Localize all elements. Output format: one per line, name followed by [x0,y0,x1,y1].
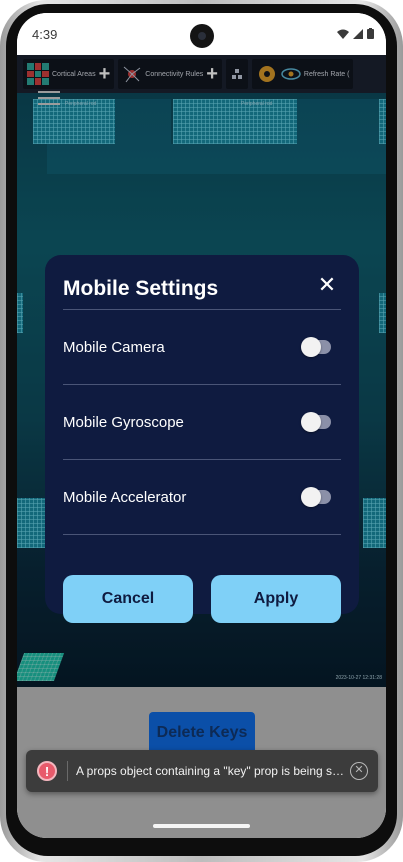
dialog-title: Mobile Settings [63,277,219,300]
cell-signal-icon [353,28,363,39]
accelerator-toggle[interactable] [301,487,331,507]
status-time: 4:39 [32,27,58,42]
status-icons [337,28,374,39]
gyroscope-toggle[interactable] [301,412,331,432]
toast-divider [67,761,68,781]
toast-message: A props object containing a "key" prop i… [76,764,346,778]
wifi-icon [337,29,349,39]
mobile-settings-dialog: Mobile Settings ✕ Mobile Camera Mobile G… [45,255,359,623]
screen: 4:39 Peripheral rod Peripheral rod 2023-… [17,13,386,838]
battery-icon [367,28,374,39]
setting-row-accelerator: Mobile Accelerator [63,460,341,535]
home-indicator[interactable] [153,824,250,828]
status-bar: 4:39 [17,13,386,55]
camera-toggle[interactable] [301,337,331,357]
toggle-knob [301,337,321,357]
apply-button[interactable]: Apply [211,575,341,623]
front-camera [190,24,214,48]
error-icon: ! [37,761,57,781]
setting-label-camera: Mobile Camera [63,338,165,356]
toast-close-icon[interactable]: ✕ [350,762,368,780]
setting-row-camera: Mobile Camera [63,310,341,385]
dialog-header: Mobile Settings ✕ [63,255,341,310]
toggle-knob [301,487,321,507]
delete-keys-button[interactable]: Delete Keys [149,712,255,754]
close-icon[interactable]: ✕ [317,274,337,296]
cancel-button[interactable]: Cancel [63,575,193,623]
error-toast[interactable]: ! A props object containing a "key" prop… [26,750,378,792]
setting-row-gyroscope: Mobile Gyroscope [63,385,341,460]
toggle-knob [301,412,321,432]
dialog-actions: Cancel Apply [63,575,341,623]
setting-label-accelerator: Mobile Accelerator [63,488,187,506]
setting-label-gyroscope: Mobile Gyroscope [63,413,184,431]
